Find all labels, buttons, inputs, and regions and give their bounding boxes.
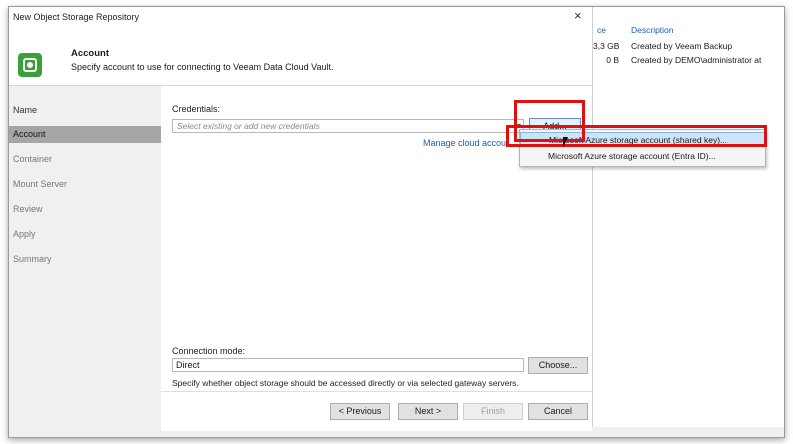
connection-mode-label: Connection mode: [172, 346, 246, 356]
choose-button[interactable]: Choose... [528, 357, 588, 374]
wizard-steps-sidebar: Name Account Container Mount Server Revi… [9, 86, 161, 431]
screenshot-frame: ce Description 3,3 GB Created by Veeam B… [8, 6, 785, 438]
finish-button[interactable]: Finish [463, 403, 523, 420]
credentials-select[interactable]: Select existing or add new credentials ▾ [172, 119, 524, 133]
bg-header-capacity[interactable]: ce [597, 25, 623, 35]
step-container[interactable]: Container [9, 151, 161, 168]
wizard-header: Account Specify account to use for conne… [9, 27, 592, 86]
close-icon[interactable]: × [574, 8, 582, 23]
menu-item-azure-shared-key[interactable]: Microsoft Azure storage account (shared … [520, 132, 765, 147]
step-description: Specify account to use for connecting to… [71, 62, 334, 72]
bg-row-size: 0 B [606, 55, 619, 65]
credentials-placeholder: Select existing or add new credentials [177, 121, 320, 131]
previous-button[interactable]: < Previous [330, 403, 390, 420]
dialog-title: New Object Storage Repository [13, 12, 140, 22]
bg-row-description: Created by DEMO\administrator at [631, 55, 762, 65]
step-mount-server[interactable]: Mount Server [9, 176, 161, 193]
connection-mode-help: Specify whether object storage should be… [172, 378, 519, 388]
step-name[interactable]: Name [9, 102, 161, 119]
dialog-title-bar[interactable]: New Object Storage Repository × [9, 7, 592, 27]
footer-divider [161, 391, 592, 392]
connection-mode-value: Direct [176, 360, 200, 370]
step-account[interactable]: Account [9, 126, 161, 143]
cancel-button[interactable]: Cancel [528, 403, 588, 420]
step-summary[interactable]: Summary [9, 251, 161, 268]
step-review[interactable]: Review [9, 201, 161, 218]
object-storage-icon [18, 53, 42, 77]
background-repository-list: ce Description 3,3 GB Created by Veeam B… [592, 7, 784, 427]
menu-item-azure-entra-id[interactable]: Microsoft Azure storage account (Entra I… [520, 149, 765, 164]
connection-mode-field[interactable]: Direct [172, 358, 524, 372]
bg-header-description[interactable]: Description [631, 25, 674, 35]
new-object-storage-dialog: New Object Storage Repository × Account … [9, 7, 592, 431]
mouse-pointer-icon [563, 137, 568, 148]
add-credentials-menu: Microsoft Azure storage account (shared … [519, 129, 766, 167]
step-apply[interactable]: Apply [9, 226, 161, 243]
object-storage-icon-dot [27, 62, 33, 68]
bg-row-description: Created by Veeam Backup [631, 41, 733, 51]
manage-cloud-accounts-link[interactable]: Manage cloud accour [423, 138, 509, 148]
bg-row-size: 3,3 GB [593, 41, 620, 51]
step-title: Account [71, 48, 109, 59]
credentials-label: Credentials: [172, 104, 221, 114]
next-button[interactable]: Next > [398, 403, 458, 420]
